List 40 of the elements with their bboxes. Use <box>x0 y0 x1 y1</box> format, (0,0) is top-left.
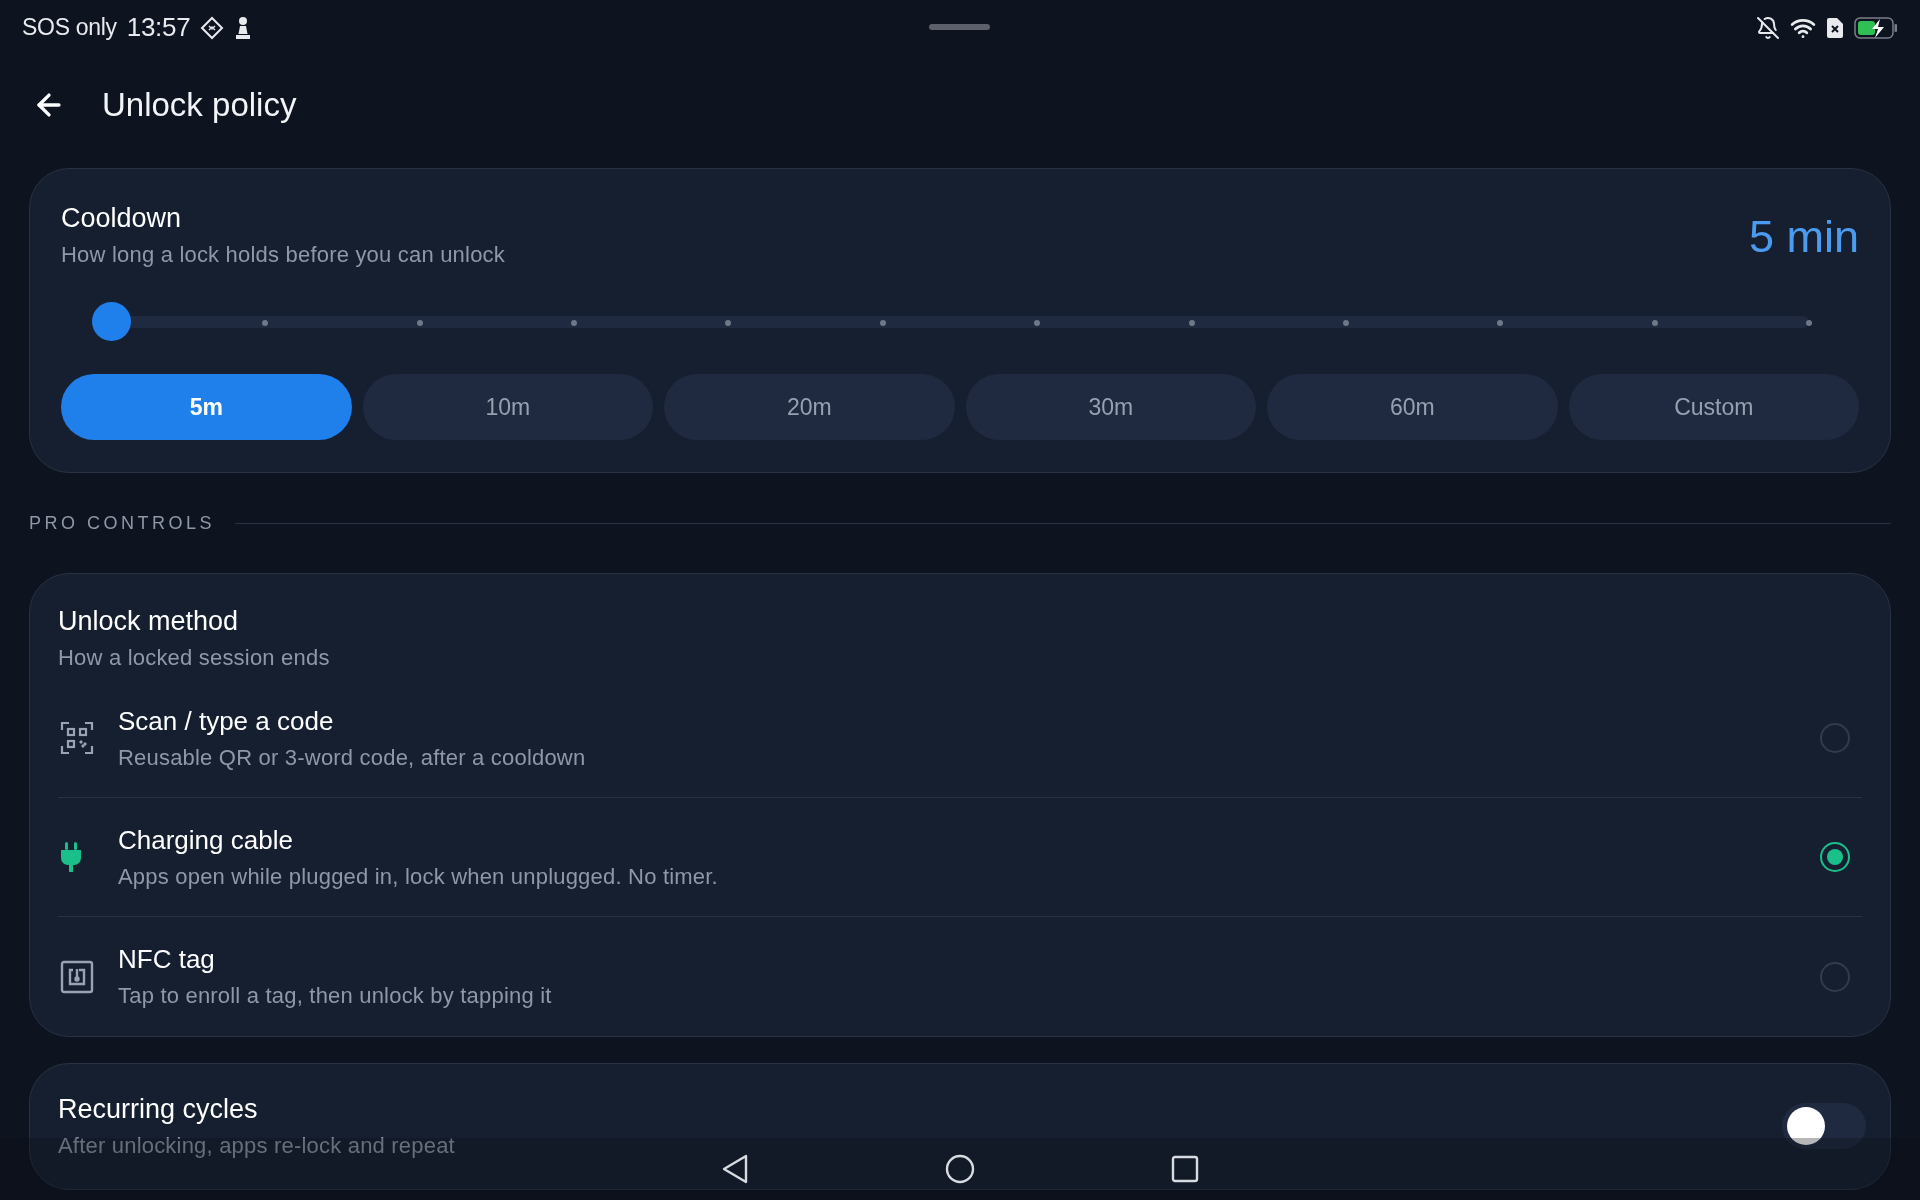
card-subtitle: After unlocking, apps re-lock and repeat <box>58 1133 455 1160</box>
preset-button[interactable]: 10m <box>362 374 653 441</box>
radio-button[interactable] <box>1820 842 1850 873</box>
card-subtitle: How long a lock holds before you can unlock <box>61 242 505 269</box>
option-description: Reusable QR or 3-word code, after a cooldown <box>118 744 587 771</box>
diamond-icon <box>200 15 225 40</box>
option-title: Scan / type a code <box>118 705 335 737</box>
battery-charging-icon <box>1854 16 1898 39</box>
option-title: Charging cable <box>118 824 294 856</box>
home-nav-icon[interactable] <box>945 1154 975 1184</box>
option-description: Tap to enroll a tag, then unlock by tapping it <box>118 983 553 1010</box>
option-title: NFC tag <box>118 944 216 976</box>
option-description: Apps open while plugged in, lock when unplugged. No timer. <box>118 863 719 890</box>
preset-button[interactable]: 60m <box>1267 374 1558 441</box>
card-title: Unlock method <box>58 605 240 639</box>
radio-button[interactable] <box>1820 961 1850 992</box>
recents-nav-icon[interactable] <box>1171 1155 1199 1183</box>
sim-card-icon <box>1826 16 1844 39</box>
plug-icon <box>60 841 82 874</box>
preset-button[interactable]: 5m <box>61 374 352 441</box>
card-subtitle: How a locked session ends <box>58 645 331 672</box>
preset-button[interactable]: 30m <box>965 374 1256 441</box>
qr-scan-icon <box>60 721 94 756</box>
back-nav-icon[interactable] <box>721 1154 749 1184</box>
nfc-icon <box>60 959 94 994</box>
chess-pawn-icon <box>234 15 253 40</box>
cooldown-value: 5 min <box>1748 211 1859 263</box>
page-title: Unlock policy <box>102 86 297 124</box>
card-title: Recurring cycles <box>58 1093 259 1127</box>
preset-button[interactable]: Custom <box>1568 374 1859 441</box>
drag-handle[interactable] <box>929 24 990 30</box>
carrier-status: SOS only <box>22 14 117 41</box>
preset-button[interactable]: 20m <box>664 374 955 441</box>
card-title: Cooldown <box>61 202 183 235</box>
section-label: PRO CONTROLS <box>29 512 216 534</box>
bell-off-icon <box>1756 15 1780 40</box>
slider-thumb[interactable] <box>91 302 131 342</box>
radio-button[interactable] <box>1820 723 1850 754</box>
toggle-switch[interactable] <box>1782 1102 1866 1149</box>
clock: 13:57 <box>126 12 191 43</box>
